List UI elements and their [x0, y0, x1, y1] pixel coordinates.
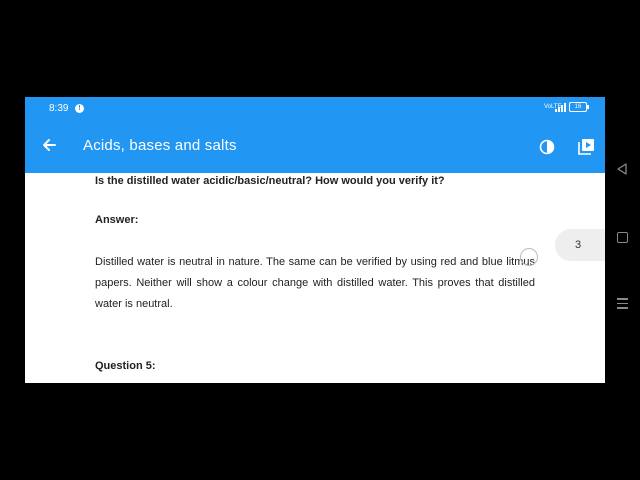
- system-back-icon[interactable]: [617, 163, 627, 175]
- status-bar: 8:39 ! VoLTE 16: [25, 97, 605, 121]
- status-icons: VoLTE 16: [544, 102, 589, 112]
- battery-icon: 16: [569, 102, 589, 112]
- next-question-heading: Question 5:: [95, 360, 156, 372]
- page-number: 3: [574, 239, 582, 251]
- question-text: Is the distilled water acidic/basic/neut…: [95, 175, 445, 187]
- contrast-icon[interactable]: [539, 139, 555, 155]
- notification-icon: !: [75, 104, 84, 113]
- answer-body: Distilled water is neutral in nature. Th…: [95, 256, 535, 310]
- volte-icon: VoLTE: [544, 104, 562, 110]
- system-home-icon[interactable]: [617, 232, 628, 243]
- page-title: Acids, bases and salts: [83, 137, 237, 154]
- page-indicator[interactable]: 3: [555, 229, 605, 261]
- ring-icon: [520, 248, 538, 266]
- answer-heading: Answer:: [95, 214, 139, 226]
- status-time: 8:39: [49, 103, 69, 114]
- back-arrow-icon[interactable]: [39, 135, 59, 155]
- system-menu-icon[interactable]: [617, 298, 628, 312]
- signal-icon: [555, 102, 566, 112]
- playlist-play-icon[interactable]: [577, 138, 595, 156]
- app-bar: Acids, bases and salts: [25, 121, 605, 173]
- phone-screen: 8:39 ! VoLTE 16 Acids, bases and salts I…: [25, 97, 605, 383]
